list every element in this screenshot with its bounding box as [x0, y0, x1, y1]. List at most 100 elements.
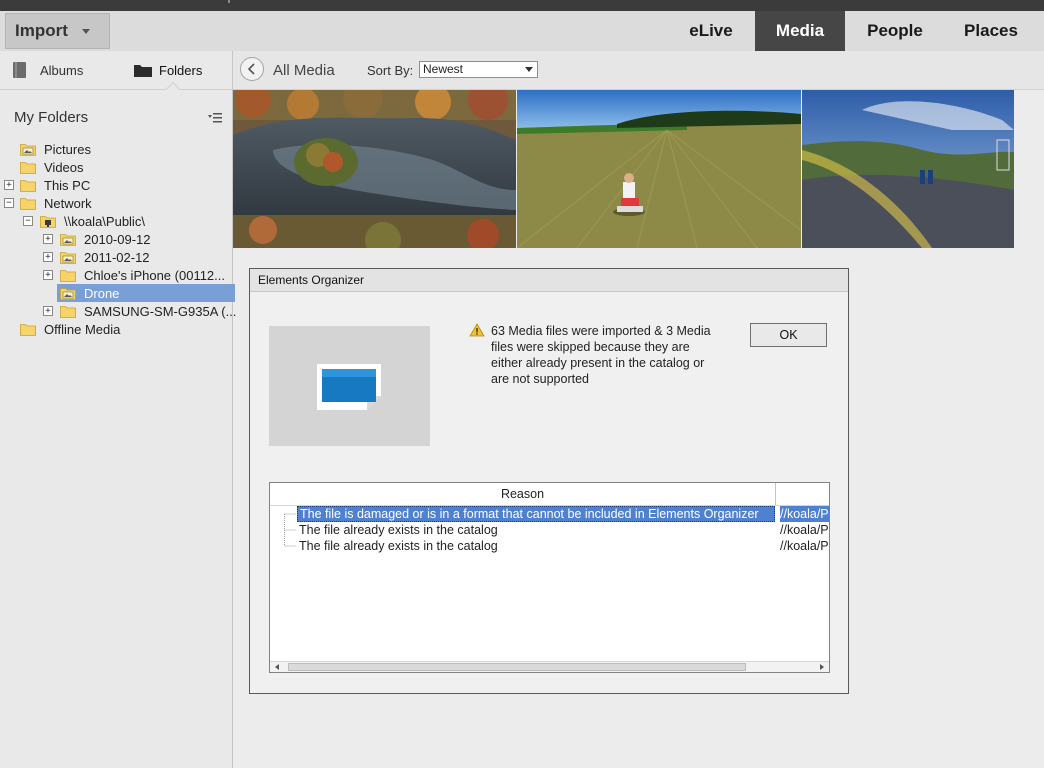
row-reason: The file already exists in the catalog: [299, 523, 498, 537]
tree-item[interactable]: Pictures: [20, 140, 91, 158]
thumbnail-image: [233, 90, 516, 248]
tree-item[interactable]: Videos: [20, 158, 84, 176]
sidebar: Albums Folders My Folders Pictures Videos…: [0, 51, 236, 768]
folder-icon: [60, 305, 84, 318]
tree-item-label: 2011-02-12: [84, 249, 150, 265]
tree-item[interactable]: Drone: [57, 284, 235, 302]
horizontal-scrollbar[interactable]: [270, 661, 829, 672]
skipped-files-list[interactable]: Reason The file is damaged or is in a fo…: [269, 482, 830, 673]
tab-media[interactable]: Media: [755, 11, 845, 51]
tree-item-label: Network: [44, 195, 92, 211]
folder-icon: [20, 197, 44, 210]
dialog-preview: [269, 326, 430, 446]
network-folder-icon: [40, 215, 64, 228]
tab-people[interactable]: People: [847, 11, 943, 51]
dialog-title: Elements Organizer: [250, 269, 848, 292]
scroll-left-icon[interactable]: [275, 664, 279, 670]
folder-icon: [134, 65, 152, 77]
tree-line-icon: [284, 522, 296, 538]
scrollbar-thumb[interactable]: [288, 663, 746, 671]
tree-item-label: This PC: [44, 177, 91, 193]
tree-item[interactable]: Chloe's iPhone (00112...: [60, 266, 225, 284]
tab-albums[interactable]: Albums: [12, 51, 83, 89]
tree-item[interactable]: \\koala\Public\: [40, 212, 145, 230]
tree-item-label: Chloe's iPhone (00112...: [84, 267, 226, 283]
image-folder-icon: [60, 233, 84, 246]
media-toolbar: All Media Sort By: Newest: [233, 51, 1044, 90]
row-path: //koala/P: [780, 506, 829, 522]
chevron-down-icon: [525, 67, 533, 72]
tree-expander[interactable]: +: [4, 180, 14, 190]
tree-item[interactable]: Network: [20, 194, 92, 212]
tree-item-label: 2010-09-12: [84, 231, 151, 247]
tree-item[interactable]: SAMSUNG-SM-G935A (...: [60, 302, 236, 320]
media-thumbnail[interactable]: [517, 90, 801, 248]
tree-expander[interactable]: +: [43, 306, 53, 316]
tree-line-icon: [284, 513, 296, 522]
folder-icon: [60, 269, 84, 282]
thumbnail-image: [517, 90, 801, 248]
warning-icon: [469, 323, 485, 337]
tree-item[interactable]: This PC: [20, 176, 90, 194]
tree-item-label: Drone: [84, 285, 120, 301]
image-folder-icon: [60, 287, 84, 300]
title-bar-strip: [0, 0, 1044, 11]
image-folder-icon: [20, 143, 44, 156]
folder-icon: [20, 161, 44, 174]
row-reason: The file is damaged or is in a format th…: [297, 506, 775, 522]
tree-item-label: Videos: [44, 159, 84, 175]
tree-item-label: \\koala\Public\: [64, 213, 145, 229]
list-row[interactable]: The file already exists in the catalog //…: [270, 522, 829, 538]
sort-label: Sort By:: [367, 63, 414, 78]
media-thumbnail[interactable]: [802, 90, 1014, 248]
section-title: My Folders: [14, 109, 89, 126]
album-icon: [13, 62, 26, 78]
image-folder-icon: [60, 251, 84, 264]
tab-elive[interactable]: eLive: [670, 11, 752, 51]
row-path: //koala/P: [780, 523, 829, 537]
row-reason: The file already exists in the catalog: [299, 539, 498, 553]
sort-value: Newest: [423, 62, 464, 76]
scroll-right-icon[interactable]: [820, 664, 824, 670]
tree-item-label: Offline Media: [44, 321, 121, 337]
dialog-message: 63 Media files were imported & 3 Media f…: [491, 324, 711, 386]
tree-item[interactable]: 2010-09-12: [60, 230, 151, 248]
list-row[interactable]: The file already exists in the catalog //…: [270, 538, 829, 554]
import-button[interactable]: Import: [5, 13, 110, 49]
folder-icon: [20, 323, 44, 336]
tab-places[interactable]: Places: [945, 11, 1037, 51]
tree-item-label: SAMSUNG-SM-G935A (...: [84, 303, 237, 319]
tab-folders-label: Folders: [159, 62, 203, 78]
tree-item[interactable]: 2011-02-12: [60, 248, 150, 266]
list-options-icon[interactable]: [207, 111, 223, 125]
list-row[interactable]: The file is damaged or is in a format th…: [270, 506, 829, 522]
import-result-dialog: Elements Organizer 63 Media files were i…: [249, 268, 849, 694]
thumbnail-image: [802, 90, 1014, 248]
chevron-down-icon[interactable]: [81, 28, 90, 34]
column-reason[interactable]: Reason: [270, 483, 776, 505]
tree-expander[interactable]: +: [43, 252, 53, 262]
breadcrumb[interactable]: All Media: [273, 62, 335, 79]
chevron-left-icon: [247, 63, 255, 75]
row-path: //koala/P: [780, 539, 829, 553]
tree-expander[interactable]: −: [23, 216, 33, 226]
tab-albums-label: Albums: [40, 62, 84, 78]
media-thumbnail[interactable]: [233, 90, 516, 248]
import-label: Import: [15, 21, 68, 40]
top-header: Import eLive Media People Places: [0, 11, 1044, 52]
sort-select[interactable]: Newest: [419, 61, 538, 78]
ok-button[interactable]: OK: [750, 323, 827, 347]
sidebar-tabs: Albums Folders: [0, 51, 232, 97]
tab-folders[interactable]: Folders: [133, 51, 202, 89]
tree-expander[interactable]: +: [43, 270, 53, 280]
tree-expander[interactable]: −: [4, 198, 14, 208]
media-file-icon: [317, 364, 381, 410]
tree-expander[interactable]: +: [43, 234, 53, 244]
title-bar-notch: [228, 0, 230, 3]
tree-item[interactable]: Offline Media: [20, 320, 120, 338]
tree-item-label: Pictures: [44, 141, 91, 157]
tree-line-icon: [284, 538, 296, 547]
list-header: Reason: [270, 483, 829, 506]
back-button[interactable]: [240, 57, 264, 81]
folder-icon: [20, 179, 44, 192]
